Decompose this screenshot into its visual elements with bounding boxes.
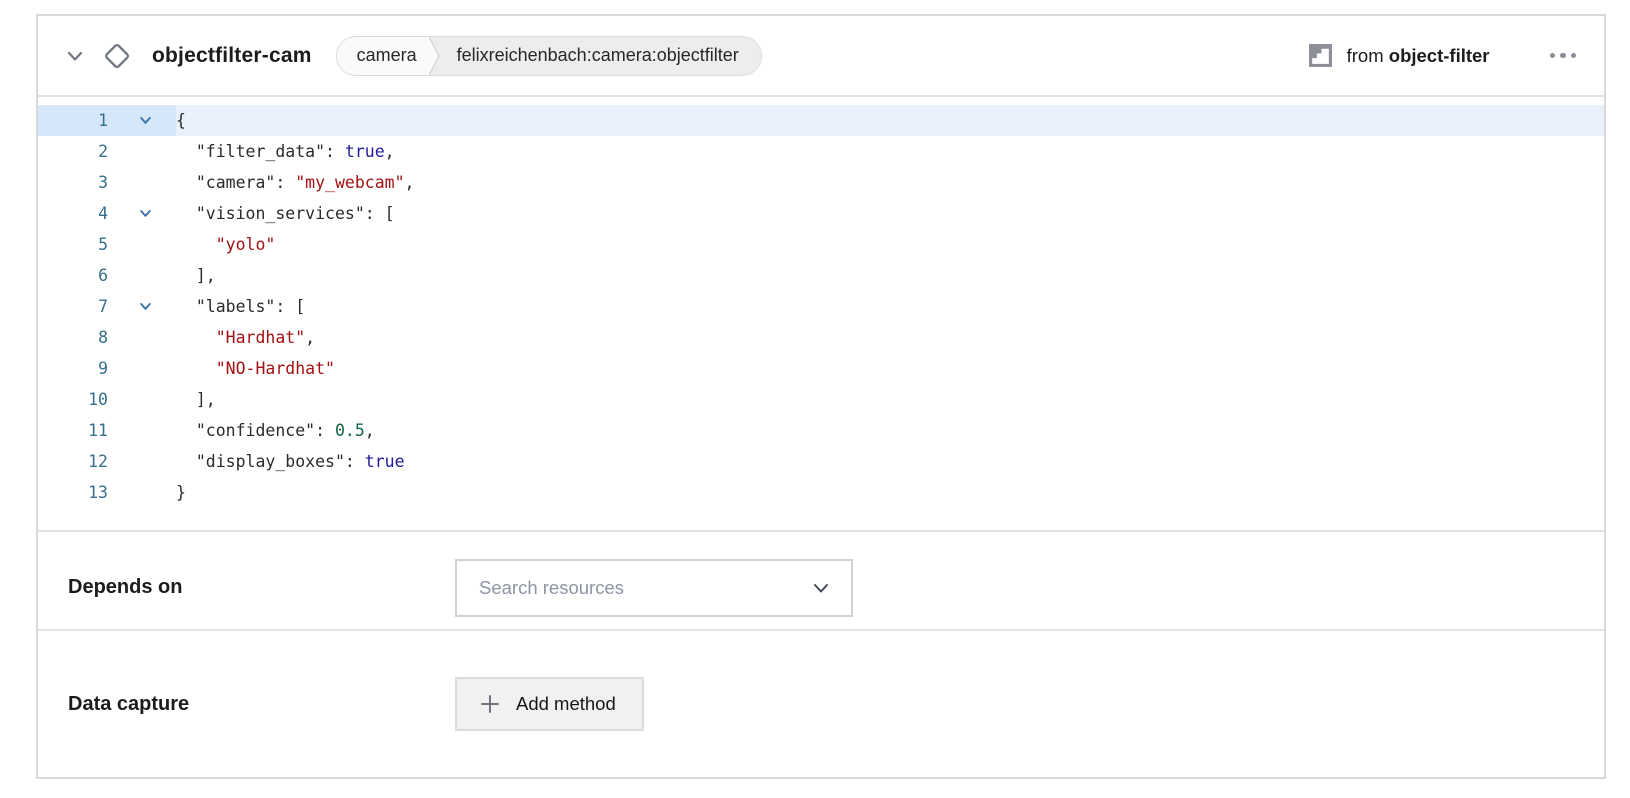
chevron-down-icon — [138, 299, 153, 314]
line-number: 10 — [38, 384, 114, 415]
header-right-group: from object-filter — [1308, 43, 1578, 68]
line-gutter: 10 — [38, 384, 176, 415]
chip-separator-chevron-icon — [429, 37, 445, 75]
data-capture-section: Data capture Add method — [38, 629, 1604, 777]
line-gutter: 12 — [38, 446, 176, 477]
fragment-name-text: object-filter — [1389, 45, 1490, 66]
more-menu-button[interactable] — [1548, 45, 1579, 67]
code-line[interactable]: 6 ], — [38, 260, 1604, 291]
line-number: 2 — [38, 136, 114, 167]
code-text: } — [176, 477, 1604, 508]
fold-toggle-button[interactable] — [114, 198, 176, 229]
code-line[interactable]: 12 "display_boxes": true — [38, 446, 1604, 477]
add-method-button-label: Add method — [516, 693, 616, 715]
line-gutter: 9 — [38, 353, 176, 384]
fold-spacer — [114, 322, 176, 353]
collapse-toggle-button[interactable] — [64, 45, 86, 67]
fold-spacer — [114, 229, 176, 260]
line-gutter: 13 — [38, 477, 176, 508]
fold-spacer — [114, 353, 176, 384]
line-gutter: 11 — [38, 415, 176, 446]
chevron-down-icon — [64, 45, 86, 67]
line-number: 8 — [38, 322, 114, 353]
code-line[interactable]: 10 ], — [38, 384, 1604, 415]
chevron-down-icon — [138, 206, 153, 221]
code-text: "camera": "my_webcam", — [176, 167, 1604, 198]
fold-toggle-button[interactable] — [114, 105, 176, 136]
code-line[interactable]: 13} — [38, 477, 1604, 508]
code-text: "NO-Hardhat" — [176, 353, 1604, 384]
component-name-title: objectfilter-cam — [152, 44, 312, 68]
line-gutter: 4 — [38, 198, 176, 229]
line-gutter: 7 — [38, 291, 176, 322]
line-number: 6 — [38, 260, 114, 291]
component-model-chip: camera felixreichenbach:camera:objectfil… — [336, 36, 762, 76]
line-gutter: 3 — [38, 167, 176, 198]
line-number: 11 — [38, 415, 114, 446]
fragment-source-label: from object-filter — [1347, 45, 1490, 67]
line-number: 13 — [38, 477, 114, 508]
fold-spacer — [114, 167, 176, 198]
fold-toggle-button[interactable] — [114, 291, 176, 322]
line-gutter: 6 — [38, 260, 176, 291]
line-gutter: 1 — [38, 105, 176, 136]
search-resources-placeholder: Search resources — [479, 577, 624, 599]
code-text: "Hardhat", — [176, 322, 1604, 353]
component-type-diamond-icon — [100, 39, 134, 73]
code-line[interactable]: 5 "yolo" — [38, 229, 1604, 260]
chevron-down-icon — [138, 113, 153, 128]
fold-spacer — [114, 260, 176, 291]
code-text: "display_boxes": true — [176, 446, 1604, 477]
code-line[interactable]: 3 "camera": "my_webcam", — [38, 167, 1604, 198]
code-text: "vision_services": [ — [176, 198, 1604, 229]
code-line[interactable]: 11 "confidence": 0.5, — [38, 415, 1604, 446]
dot-icon — [1550, 53, 1556, 59]
depends-on-section: Depends on Search resources — [38, 530, 1604, 629]
code-line[interactable]: 7 "labels": [ — [38, 291, 1604, 322]
line-number: 9 — [38, 353, 114, 384]
dot-icon — [1571, 53, 1577, 59]
code-editor[interactable]: 1{2 "filter_data": true,3 "camera": "my_… — [38, 97, 1604, 530]
line-gutter: 5 — [38, 229, 176, 260]
line-number: 3 — [38, 167, 114, 198]
code-text: ], — [176, 260, 1604, 291]
code-text: "confidence": 0.5, — [176, 415, 1604, 446]
code-text: ], — [176, 384, 1604, 415]
fold-spacer — [114, 136, 176, 167]
code-line[interactable]: 2 "filter_data": true, — [38, 136, 1604, 167]
line-gutter: 2 — [38, 136, 176, 167]
line-number: 4 — [38, 198, 114, 229]
line-number: 12 — [38, 446, 114, 477]
line-number: 5 — [38, 229, 114, 260]
code-text: "filter_data": true, — [176, 136, 1604, 167]
plus-icon — [479, 693, 501, 715]
data-capture-label: Data capture — [68, 693, 455, 716]
fold-spacer — [114, 415, 176, 446]
card-header: objectfilter-cam camera felixreichenbach… — [38, 16, 1604, 97]
line-gutter: 8 — [38, 322, 176, 353]
line-number: 7 — [38, 291, 114, 322]
code-line[interactable]: 9 "NO-Hardhat" — [38, 353, 1604, 384]
code-text: "labels": [ — [176, 291, 1604, 322]
fold-spacer — [114, 477, 176, 508]
code-line[interactable]: 8 "Hardhat", — [38, 322, 1604, 353]
fold-spacer — [114, 384, 176, 415]
code-line[interactable]: 4 "vision_services": [ — [38, 198, 1604, 229]
code-text: "yolo" — [176, 229, 1604, 260]
depends-on-label: Depends on — [68, 576, 455, 599]
component-card: objectfilter-cam camera felixreichenbach… — [36, 14, 1606, 779]
search-resources-select[interactable]: Search resources — [455, 559, 853, 617]
code-line[interactable]: 1{ — [38, 105, 1604, 136]
chip-type-segment: camera — [337, 37, 429, 75]
fragment-icon — [1308, 43, 1333, 68]
line-number: 1 — [38, 105, 114, 136]
chip-model-segment: felixreichenbach:camera:objectfilter — [445, 37, 761, 75]
chevron-down-icon — [811, 581, 831, 595]
add-method-button[interactable]: Add method — [455, 677, 644, 731]
fold-spacer — [114, 446, 176, 477]
dot-icon — [1560, 53, 1566, 59]
code-text: { — [176, 105, 1604, 136]
from-prefix-text: from — [1347, 45, 1384, 66]
